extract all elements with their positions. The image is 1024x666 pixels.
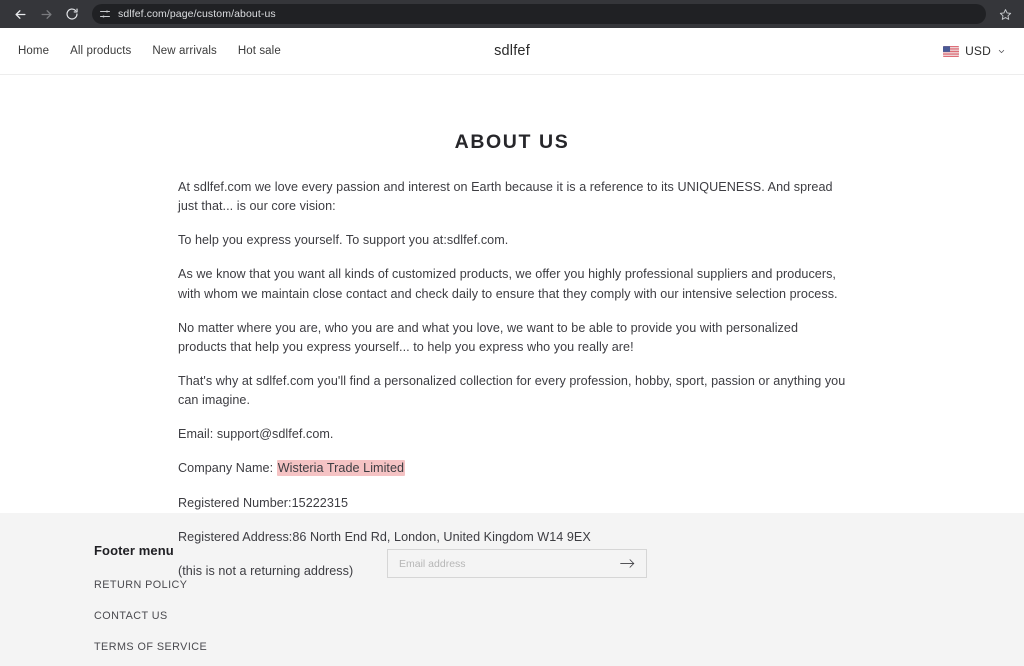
company-name-value: Wisteria Trade Limited: [276, 460, 406, 477]
email-input[interactable]: [399, 557, 618, 570]
currency-code: USD: [965, 44, 991, 58]
list-item: CONTACT US: [94, 606, 384, 624]
nav-item-home[interactable]: Home: [18, 45, 49, 57]
page-content: ABOUT US At sdlfef.com we love every pas…: [0, 75, 1024, 578]
nav-item-hot-sale[interactable]: Hot sale: [238, 45, 281, 57]
company-name-line: Company Name: Wisteria Trade Limited: [178, 459, 846, 478]
paragraph-email: Email: support@sdlfef.com.: [178, 427, 334, 442]
main-navigation: Home All products New arrivals Hot sale: [18, 45, 281, 57]
us-flag-icon: [943, 45, 960, 57]
chevron-down-icon: [998, 49, 1005, 53]
footer-link-terms-of-service[interactable]: TERMS OF SERVICE: [94, 641, 207, 653]
forward-arrow-icon: [41, 9, 51, 19]
reload-button[interactable]: [60, 2, 84, 26]
footer-link-return-policy[interactable]: RETURN POLICY: [94, 579, 187, 591]
footer-link-contact-us[interactable]: CONTACT US: [94, 610, 168, 622]
forward-button[interactable]: [34, 2, 58, 26]
paragraph-personalized: No matter where you are, who you are and…: [178, 320, 798, 354]
nav-item-new-arrivals[interactable]: New arrivals: [152, 45, 216, 57]
address-bar[interactable]: sdlfef.com/page/custom/about-us: [92, 4, 986, 24]
footer-menu-heading: Footer menu: [94, 543, 174, 558]
currency-selector[interactable]: USD: [943, 44, 1006, 58]
footer-menu-column: Footer menu RETURN POLICY CONTACT US TER…: [94, 543, 384, 666]
list-item: TERMS OF SERVICE: [94, 637, 384, 655]
footer-link-list: RETURN POLICY CONTACT US TERMS OF SERVIC…: [94, 575, 384, 666]
newsletter-signup: [387, 549, 647, 578]
site-settings-icon[interactable]: [99, 8, 111, 20]
paragraph-collection: That's why at sdlfef.com you'll find a p…: [178, 373, 846, 408]
site-header: Home All products New arrivals Hot sale …: [0, 28, 1024, 75]
url-text: sdlfef.com/page/custom/about-us: [118, 8, 276, 20]
bookmark-button[interactable]: [994, 3, 1016, 25]
reload-icon: [66, 8, 78, 20]
newsletter-submit-button[interactable]: [618, 558, 637, 569]
browser-toolbar: sdlfef.com/page/custom/about-us: [0, 0, 1024, 28]
newsletter-form: [387, 549, 647, 578]
star-icon: [999, 8, 1011, 20]
paragraph-support: To help you express yourself. To support…: [178, 233, 509, 248]
company-name-label: Company Name:: [178, 461, 277, 476]
back-arrow-icon: [15, 9, 25, 19]
arrow-right-icon: [620, 559, 635, 568]
paragraph-suppliers: As we know that you want all kinds of cu…: [178, 267, 838, 301]
paragraph-vision: At sdlfef.com we love every passion and …: [178, 180, 833, 214]
page-title: ABOUT US: [454, 131, 570, 153]
nav-item-all-products[interactable]: All products: [70, 45, 131, 57]
registered-number-line: Registered Number:15222315: [178, 495, 349, 510]
list-item: RETURN POLICY: [94, 575, 384, 593]
back-button[interactable]: [8, 2, 32, 26]
